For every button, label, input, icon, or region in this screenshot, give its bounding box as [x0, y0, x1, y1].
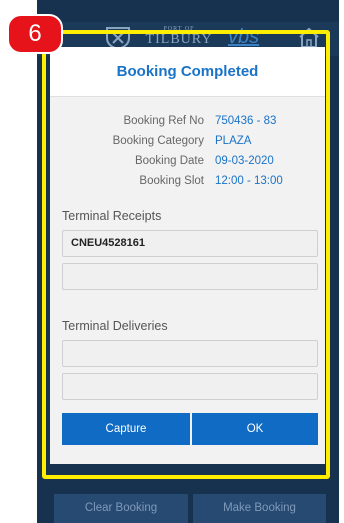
ok-button[interactable]: OK: [192, 413, 318, 445]
terminal-receipt-field[interactable]: CNEU4528161: [62, 230, 318, 257]
terminal-receipt-field[interactable]: [62, 263, 318, 290]
step-badge: 6: [7, 14, 63, 54]
detail-label: Booking Slot: [139, 175, 204, 187]
terminal-receipts-title: Terminal Receipts: [62, 209, 162, 223]
detail-value: 750436 - 83: [215, 115, 277, 127]
detail-value: PLAZA: [215, 135, 252, 147]
detail-row-slot: Booking Slot 12:00 - 13:00: [50, 175, 325, 193]
terminal-delivery-field[interactable]: [62, 373, 318, 400]
dialog-title-bar: Booking Completed: [50, 47, 325, 97]
booking-completed-dialog: Booking Completed Booking Ref No 750436 …: [50, 47, 325, 464]
make-booking-button[interactable]: Make Booking: [193, 494, 326, 523]
terminal-deliveries-title: Terminal Deliveries: [62, 319, 168, 333]
detail-label: Booking Ref No: [123, 115, 204, 127]
capture-button[interactable]: Capture: [62, 413, 190, 445]
terminal-delivery-field[interactable]: [62, 340, 318, 367]
clear-booking-button[interactable]: Clear Booking: [54, 494, 188, 523]
detail-row-ref: Booking Ref No 750436 - 83: [50, 115, 325, 133]
detail-value: 09-03-2020: [215, 155, 274, 167]
detail-label: Booking Date: [134, 155, 204, 167]
dialog-title: Booking Completed: [116, 63, 259, 80]
detail-value: 12:00 - 13:00: [215, 175, 283, 187]
detail-row-date: Booking Date 09-03-2020: [50, 155, 325, 173]
detail-row-category: Booking Category PLAZA: [50, 135, 325, 153]
detail-label: Booking Category: [112, 135, 204, 147]
